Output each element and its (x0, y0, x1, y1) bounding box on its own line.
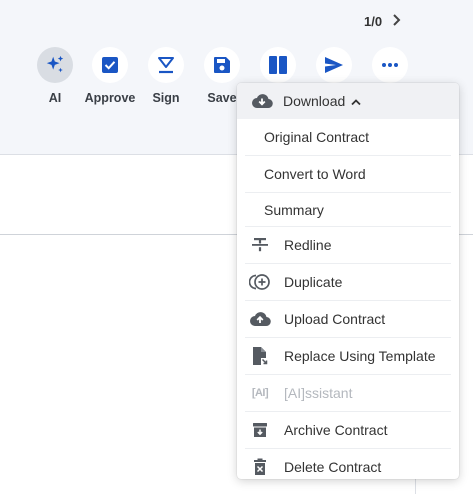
strikethrough-icon (249, 234, 271, 256)
ai-button-circle[interactable] (37, 47, 73, 83)
download-option-label: Summary (264, 201, 324, 218)
chevron-up-icon (351, 93, 361, 109)
save-icon (214, 57, 230, 73)
approve-button-label: Approve (84, 91, 136, 105)
menu-item-label: Archive Contract (284, 422, 388, 438)
more-icon (382, 63, 398, 67)
columns-icon (269, 56, 287, 74)
menu-item-duplicate[interactable]: Duplicate (245, 264, 451, 301)
menu-item-archive-contract[interactable]: Archive Contract (245, 412, 451, 449)
more-actions-menu: Download Original Contract Convert to Wo… (237, 83, 459, 479)
sign-button[interactable]: Sign (134, 47, 198, 105)
menu-item-replace-template[interactable]: Replace Using Template (245, 338, 451, 375)
sign-icon (158, 57, 174, 74)
menu-item-upload-contract[interactable]: Upload Contract (245, 301, 451, 338)
send-button[interactable] (302, 47, 366, 83)
save-button-circle[interactable] (204, 47, 240, 83)
more-button[interactable] (358, 47, 422, 83)
menu-item-redline[interactable]: Redline (245, 227, 451, 264)
download-option-label: Original Contract (264, 129, 370, 145)
download-option-label: Convert to Word (264, 166, 366, 182)
archive-icon (249, 419, 271, 441)
menu-item-download[interactable]: Download (237, 83, 459, 119)
sign-button-circle[interactable] (148, 47, 184, 83)
send-icon (325, 57, 343, 73)
download-label: Download (283, 93, 346, 109)
ai-bracket-icon-text: [AI] (251, 387, 269, 399)
approve-button[interactable]: Approve (78, 47, 142, 105)
cloud-download-icon (251, 90, 273, 112)
checkbox-icon (102, 57, 118, 73)
menu-item-label: Upload Contract (284, 311, 386, 327)
sign-button-label: Sign (152, 91, 180, 105)
menu-item-label: Redline (284, 237, 332, 253)
menu-item-label: Duplicate (284, 274, 343, 290)
sparkles-icon (46, 55, 64, 73)
layout-button[interactable] (246, 47, 310, 83)
more-button-circle[interactable] (372, 47, 408, 83)
download-option-summary[interactable]: Summary (245, 193, 451, 227)
menu-item-label: [AI]ssistant (284, 385, 353, 401)
pager: 1/0 (364, 14, 402, 29)
download-option-word[interactable]: Convert to Word (245, 156, 451, 193)
menu-item-label: Replace Using Template (284, 348, 436, 364)
download-option-original[interactable]: Original Contract (245, 119, 451, 156)
duplicate-icon (249, 271, 271, 293)
cloud-upload-icon (249, 308, 271, 330)
send-button-circle[interactable] (316, 47, 352, 83)
menu-item-label: Delete Contract (284, 459, 382, 475)
layout-button-circle[interactable] (260, 47, 296, 83)
file-replace-icon (249, 345, 271, 367)
menu-item-ai-assistant: [AI] [AI]ssistant (245, 375, 451, 412)
ai-bracket-icon: [AI] (249, 382, 271, 404)
approve-button-circle[interactable] (92, 47, 128, 83)
chevron-right-icon[interactable] (392, 14, 402, 29)
pager-text: 1/0 (364, 14, 383, 29)
menu-item-delete-contract[interactable]: Delete Contract (245, 449, 451, 479)
trash-icon (249, 456, 271, 478)
